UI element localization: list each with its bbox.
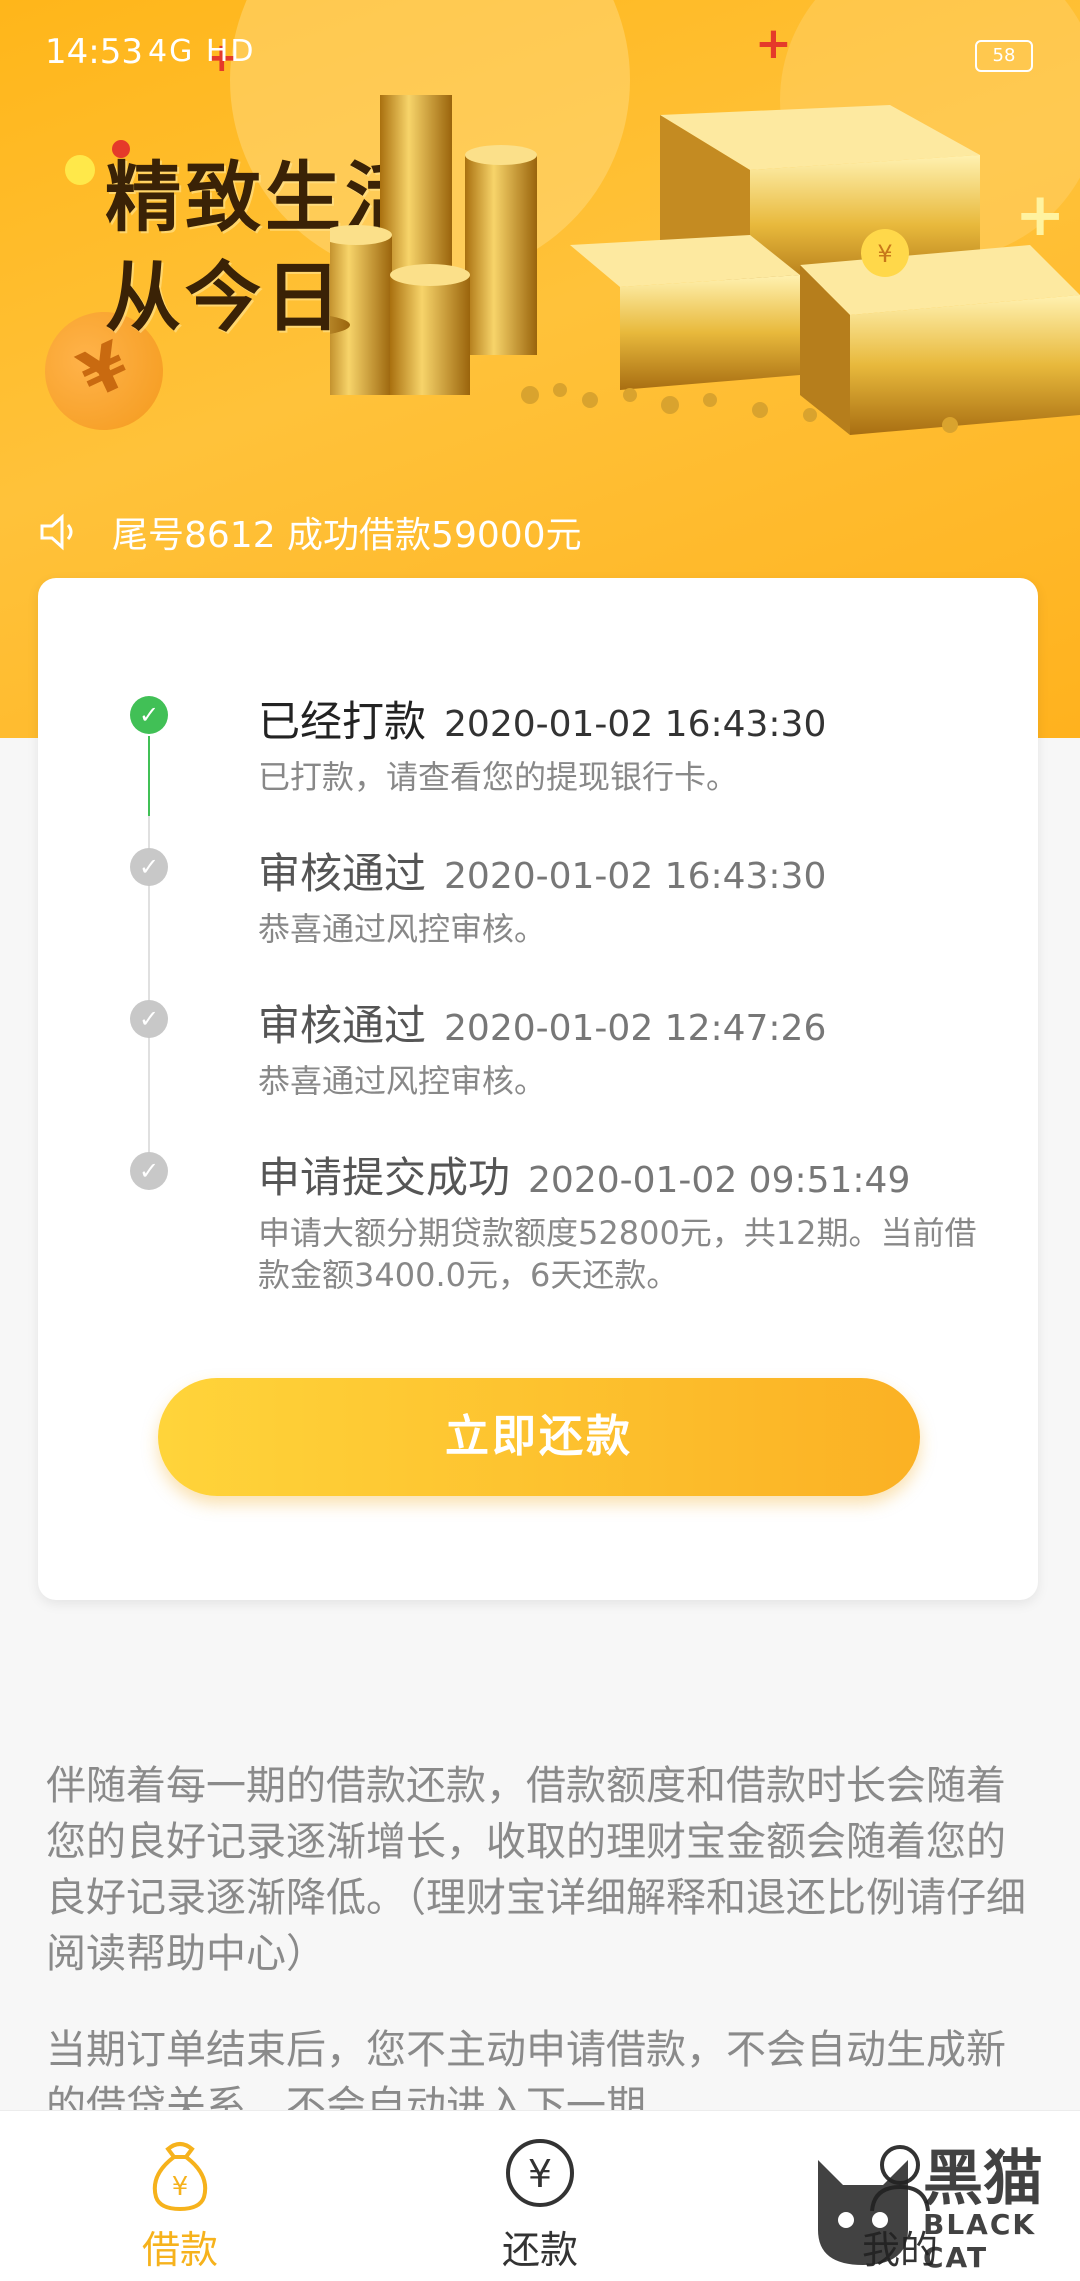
gold-bars-illustration: ¥ [330,95,1080,435]
step-title: 申请提交成功 2020-01-02 09:51:49 [258,1144,910,1205]
loan-progress-card: ✓ 已经打款 2020-01-02 16:43:30 已打款，请查看您的提现银行卡… [38,578,1038,1600]
info-paragraph: 伴随着每一期的借款还款，借款额度和借款时长会随着您的良好记录逐渐增长，收取的理财… [46,1763,1026,1977]
nav-label: 借款 [141,2228,218,2272]
yen-circle-icon: ¥ [506,2139,574,2207]
loan-notice: 尾号8612 成功借款59000元 [38,502,582,562]
step-title-text: 审核通过 [258,849,427,898]
check-icon: ✓ [130,1000,168,1038]
step-time: 2020-01-02 16:43:30 [444,856,827,897]
check-icon: ✓ [130,848,168,886]
step-time: 2020-01-02 16:43:30 [444,704,827,745]
step-title: 审核通过 2020-01-02 12:47:26 [258,992,826,1053]
step-time: 2020-01-02 12:47:26 [444,1008,827,1049]
decor-dot [65,155,95,185]
watermark-text: 黑猫 [923,2144,1043,2214]
clock: 14:53 [45,32,143,72]
check-icon: ✓ [130,1152,168,1190]
battery-icon: 58 [975,40,1033,72]
notice-text: 尾号8612 成功借款59000元 [112,515,582,556]
nav-item-repay[interactable]: ¥ 还款 [360,2111,720,2281]
black-cat-logo-icon [818,2160,908,2265]
timeline-line-active [148,736,150,816]
nav-item-loan[interactable]: ¥ 借款 [0,2111,360,2281]
info-paragraph: 当期订单结束后，您不主动申请借款，不会自动生成新的借贷关系，不会自动进入下一期 [46,2027,1006,2110]
step-description: 申请大额分期贷款额度52800元，共12期。当前借款金额3400.0元，6天还款… [258,1214,977,1294]
step-title: 已经打款 2020-01-02 16:43:30 [258,688,826,749]
step-description: 恭喜通过风控审核。 [258,1062,547,1100]
watermark-subtext: BLACK CAT [923,2208,1037,2274]
money-bag-icon: ¥ [152,2142,208,2212]
repay-now-button[interactable]: 立即还款 [158,1378,920,1496]
step-title: 审核通过 2020-01-02 16:43:30 [258,840,826,901]
step-title-text: 申请提交成功 [258,1153,511,1202]
svg-text:¥: ¥ [877,240,892,268]
step-title-text: 审核通过 [258,1001,427,1050]
speaker-icon [40,513,73,551]
network-indicator: 4G HD [148,34,256,69]
nav-label: 还款 [501,2228,578,2272]
status-bar: 14:53 4G HD 58 [0,0,1080,110]
step-description: 已打款，请查看您的提现银行卡。 [258,758,739,796]
step-title-text: 已经打款 [258,697,427,746]
svg-text:¥: ¥ [172,2172,189,2202]
check-icon: ✓ [130,696,168,734]
watermark: 黑猫 BLACK CAT [808,2130,1080,2280]
svg-text:¥: ¥ [528,2152,552,2196]
step-time: 2020-01-02 09:51:49 [528,1160,911,1201]
step-description: 恭喜通过风控审核。 [258,910,547,948]
